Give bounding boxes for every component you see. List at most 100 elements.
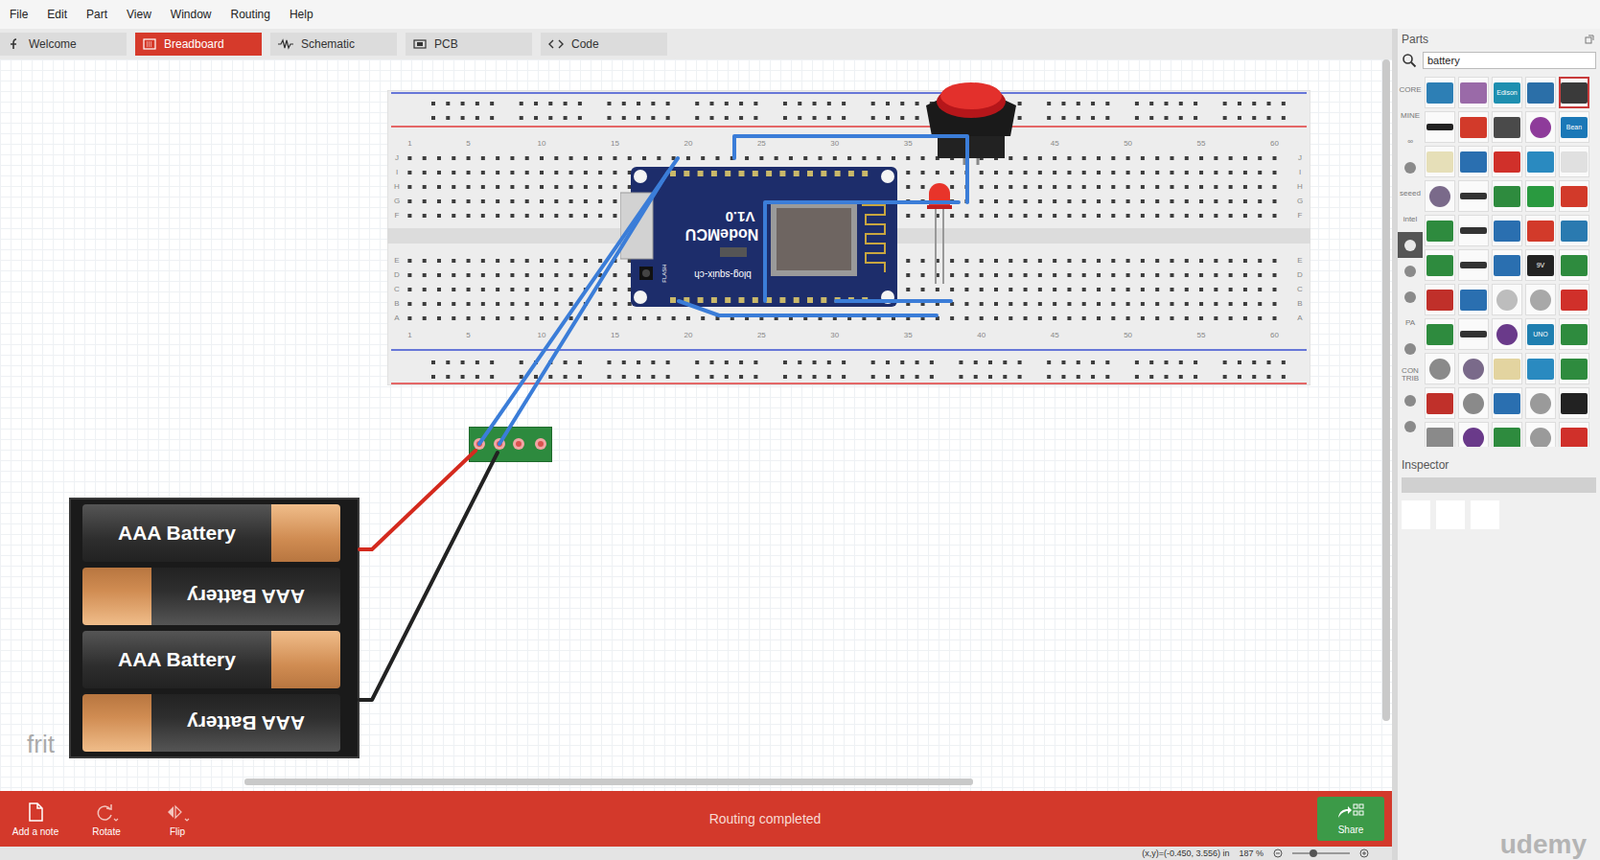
breadboard-hole[interactable] xyxy=(788,156,793,161)
breadboard-hole[interactable] xyxy=(1169,185,1174,189)
breadboard-hole[interactable] xyxy=(431,374,436,379)
part-bin-item[interactable] xyxy=(1491,387,1523,419)
breadboard-hole[interactable] xyxy=(539,258,544,263)
breadboard-hole[interactable] xyxy=(578,360,582,365)
breadboard-hole[interactable] xyxy=(451,170,456,175)
zoom-out-icon[interactable] xyxy=(1273,848,1283,858)
breadboard-hole[interactable] xyxy=(1023,273,1028,278)
search-field[interactable] xyxy=(1422,51,1597,70)
breadboard-hole[interactable] xyxy=(871,374,876,379)
breadboard-hole[interactable] xyxy=(1052,258,1057,263)
breadboard-hole[interactable] xyxy=(548,360,553,365)
breadboard-hole[interactable] xyxy=(554,185,558,189)
breadboard-hole[interactable] xyxy=(481,316,486,321)
breadboard-hole[interactable] xyxy=(422,273,427,278)
part-bin-item[interactable] xyxy=(1458,387,1489,419)
breadboard-hole[interactable] xyxy=(525,199,530,204)
part-bin-item[interactable] xyxy=(1558,180,1590,212)
breadboard-hole[interactable] xyxy=(1228,156,1233,161)
breadboard-hole[interactable] xyxy=(1090,115,1095,120)
breadboard-hole[interactable] xyxy=(1066,273,1071,278)
breadboard-hole[interactable] xyxy=(539,199,544,204)
breadboard-hole[interactable] xyxy=(598,287,603,292)
breadboard-hole[interactable] xyxy=(1038,199,1043,204)
breadboard-hole[interactable] xyxy=(1046,374,1051,379)
breadboard-hole[interactable] xyxy=(1155,316,1160,321)
breadboard-hole[interactable] xyxy=(1184,185,1189,189)
breadboard-hole[interactable] xyxy=(1082,273,1087,278)
breadboard-hole[interactable] xyxy=(495,258,500,263)
breadboard-hole[interactable] xyxy=(1228,185,1233,189)
breadboard-hole[interactable] xyxy=(636,360,641,365)
part-bin-item[interactable] xyxy=(1491,283,1523,316)
breadboard-hole[interactable] xyxy=(451,199,456,204)
breadboard-hole[interactable] xyxy=(1082,156,1087,161)
breadboard-hole[interactable] xyxy=(827,115,832,120)
breadboard-hole[interactable] xyxy=(964,316,969,321)
breadboard-hole[interactable] xyxy=(950,199,954,204)
breadboard-hole[interactable] xyxy=(1018,374,1022,379)
breadboard-hole[interactable] xyxy=(1140,316,1145,321)
breadboard-hole[interactable] xyxy=(495,156,500,161)
breadboard-hole[interactable] xyxy=(1126,185,1131,189)
breadboard-hole[interactable] xyxy=(833,316,837,321)
breadboard-hole[interactable] xyxy=(1038,185,1043,189)
breadboard-hole[interactable] xyxy=(1023,316,1028,321)
breadboard-hole[interactable] xyxy=(905,199,910,204)
breadboard-hole[interactable] xyxy=(1155,185,1160,189)
menu-item[interactable]: Part xyxy=(86,7,108,22)
breadboard-hole[interactable] xyxy=(1105,101,1110,106)
breadboard-hole[interactable] xyxy=(1061,101,1066,106)
breadboard-hole[interactable] xyxy=(533,360,538,365)
breadboard-hole[interactable] xyxy=(481,258,486,263)
part-bin-item[interactable] xyxy=(1558,387,1590,419)
breadboard-hole[interactable] xyxy=(510,273,514,278)
breadboard-hole[interactable] xyxy=(612,185,617,189)
part-bin-item[interactable] xyxy=(1558,145,1590,178)
breadboard-hole[interactable] xyxy=(915,115,920,120)
breadboard-hole[interactable] xyxy=(905,156,910,161)
breadboard-hole[interactable] xyxy=(905,287,910,292)
menu-item[interactable]: Routing xyxy=(231,7,271,22)
part-bin-item[interactable] xyxy=(1424,145,1456,178)
breadboard-hole[interactable] xyxy=(569,170,574,175)
breadboard-hole[interactable] xyxy=(554,213,558,218)
breadboard-hole[interactable] xyxy=(1155,258,1160,263)
breadboard-hole[interactable] xyxy=(950,213,954,218)
bin-tab[interactable]: PA xyxy=(1397,309,1423,336)
breadboard-hole[interactable] xyxy=(803,316,808,321)
breadboard-hole[interactable] xyxy=(1096,185,1101,189)
breadboard-hole[interactable] xyxy=(710,115,715,120)
breadboard-hole[interactable] xyxy=(1140,156,1145,161)
breadboard-hole[interactable] xyxy=(461,374,465,379)
breadboard-hole[interactable] xyxy=(1243,301,1248,306)
part-bin-item[interactable] xyxy=(1458,214,1489,247)
breadboard-hole[interactable] xyxy=(1257,301,1262,306)
breadboard-hole[interactable] xyxy=(481,199,486,204)
breadboard-hole[interactable] xyxy=(407,273,412,278)
breadboard-hole[interactable] xyxy=(1066,170,1071,175)
view-tab[interactable]: Schematic xyxy=(270,32,397,56)
part-bin-item[interactable] xyxy=(1424,76,1456,109)
breadboard-hole[interactable] xyxy=(495,301,500,306)
breadboard-hole[interactable] xyxy=(724,360,729,365)
breadboard-hole[interactable] xyxy=(1228,301,1233,306)
breadboard-hole[interactable] xyxy=(788,316,793,321)
breadboard-hole[interactable] xyxy=(606,374,611,379)
breadboard-hole[interactable] xyxy=(1281,374,1286,379)
breadboard-hole[interactable] xyxy=(1096,316,1101,321)
breadboard-hole[interactable] xyxy=(724,101,729,106)
breadboard-hole[interactable] xyxy=(1273,287,1277,292)
breadboard-hole[interactable] xyxy=(1008,316,1013,321)
breadboard-hole[interactable] xyxy=(583,301,588,306)
wire[interactable] xyxy=(359,450,476,550)
wire[interactable] xyxy=(835,299,951,303)
breadboard-hole[interactable] xyxy=(1243,287,1248,292)
breadboard-hole[interactable] xyxy=(598,301,603,306)
breadboard-hole[interactable] xyxy=(1184,273,1189,278)
breadboard-hole[interactable] xyxy=(1179,101,1183,106)
breadboard-hole[interactable] xyxy=(437,170,441,175)
breadboard-hole[interactable] xyxy=(905,301,910,306)
breadboard-hole[interactable] xyxy=(489,115,494,120)
breadboard-hole[interactable] xyxy=(495,287,500,292)
